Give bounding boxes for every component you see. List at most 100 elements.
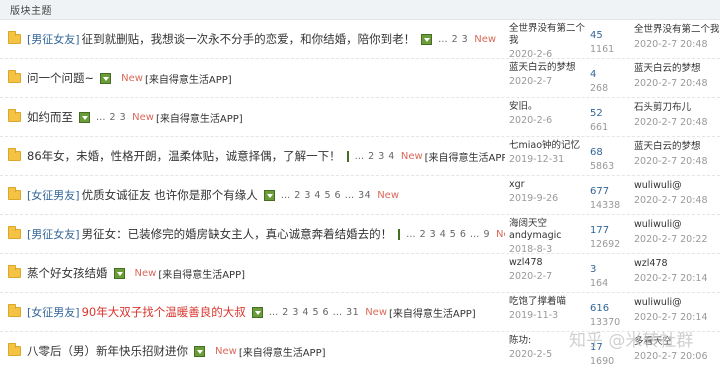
attachment-icon xyxy=(263,189,275,201)
page-links[interactable]: … 2 3 xyxy=(438,34,468,45)
topic-title-link[interactable]: 蒸个好女孩结婚 xyxy=(27,265,108,281)
author-cell: 海阔天空andymagic 2018-8-3 xyxy=(509,218,587,255)
topic-title-link[interactable]: 征到就删贴，我想谈一次永不分手的恋爱，和你结婚，陪你到老！ xyxy=(82,31,416,47)
last-poster-link[interactable]: 蓝天白云的梦想 xyxy=(634,63,720,75)
topic-title-link[interactable]: 如约而至 xyxy=(27,109,73,125)
last-poster-link[interactable]: 蓝天白云的梦想 xyxy=(634,141,720,153)
post-date: 2019-9-26 xyxy=(509,193,559,204)
table-row[interactable]: [男征女友] 男征女：已装修完的婚房缺女主人，真心诚意奔着结婚去的！ … 2 3 4… xyxy=(0,215,720,255)
count-cell: 45 1161 xyxy=(590,30,630,55)
app-source-tag: [来自得意生活APP] xyxy=(389,308,476,320)
view-count: 1161 xyxy=(590,44,615,55)
last-poster-link[interactable]: wuliwuli@ xyxy=(634,180,720,192)
count-cell: 177 12692 xyxy=(590,225,630,250)
page-links[interactable]: … 2 3 xyxy=(96,112,126,123)
author-link[interactable]: 吃饱了撑着喵 xyxy=(509,296,587,308)
last-poster-link[interactable]: 石头剪刀布儿 xyxy=(634,102,720,114)
table-row[interactable]: 问一个问题~ New [来自得意生活APP] 蓝天白云的梦想 2020-2-7 4 268 蓝… xyxy=(0,59,720,98)
new-badge: New xyxy=(377,189,400,201)
app-source-tag: [来自得意生活APP] xyxy=(158,269,246,281)
category-tag-link[interactable]: [女征男友] xyxy=(27,304,80,320)
folder-icon xyxy=(8,187,21,200)
new-badge: New xyxy=(496,228,505,240)
author-link[interactable]: 蓝天白云的梦想 xyxy=(509,62,587,74)
view-count: 12692 xyxy=(590,239,621,250)
topic-title-link[interactable]: 90年大双子找个温暖善良的大叔 xyxy=(82,304,246,320)
last-poster-link[interactable]: 全世界没有第二个我 xyxy=(634,24,720,36)
header-label: 版块主题 xyxy=(10,6,52,17)
category-tag-link[interactable]: [男征女友] xyxy=(27,31,80,47)
table-row[interactable]: 如约而至… 2 3 New [来自得意生活APP] 安旧。 2020-2-6 52 661 石… xyxy=(0,98,720,137)
author-link[interactable]: wzl478 xyxy=(509,257,587,269)
watermark: 知乎 @米转社群 xyxy=(569,331,694,351)
attachment-icon xyxy=(398,228,408,240)
reply-count[interactable]: 52 xyxy=(590,108,630,120)
last-post-date-link[interactable]: 2020-2-7 20:48 xyxy=(634,78,720,89)
reply-count[interactable]: 3 xyxy=(590,264,630,276)
author-link[interactable]: 全世界没有第二个我 xyxy=(509,23,587,47)
count-cell: 677 14338 xyxy=(590,186,630,211)
page-links[interactable]: … 2 3 4 xyxy=(355,151,395,162)
last-poster-link[interactable]: wzl478 xyxy=(634,258,720,270)
post-date: 2019-11-3 xyxy=(509,310,559,321)
author-cell: 吃饱了撑着喵 2019-11-3 xyxy=(509,296,587,321)
author-link[interactable]: 安旧。 xyxy=(509,101,587,113)
attachment-icon xyxy=(113,267,125,279)
page-links[interactable]: … 2 3 4 5 6 … 34 xyxy=(281,190,371,201)
reply-count[interactable]: 4 xyxy=(590,69,630,81)
topic-title-link[interactable]: 问一个问题~ xyxy=(27,70,94,86)
last-post-date-link[interactable]: 2020-2-7 20:48 xyxy=(634,117,720,128)
author-link[interactable]: xgr xyxy=(509,179,587,191)
author-cell: wzl478 2020-2-7 xyxy=(509,257,587,282)
reply-count[interactable]: 68 xyxy=(590,147,630,159)
author-cell: 全世界没有第二个我 2020-2-6 xyxy=(509,23,587,60)
table-row[interactable]: 蒸个好女孩结婚 New [来自得意生活APP] wzl478 2020-2-7 3 164 w… xyxy=(0,254,720,293)
reply-count[interactable]: 45 xyxy=(590,30,630,42)
page-links[interactable]: … 2 3 4 5 6 … 31 xyxy=(269,307,359,318)
title-cell: [女征男友] 优质女诚征友 也许你是那个有缘人 … 2 3 4 5 6 … 34 Ne… xyxy=(27,176,505,214)
attachment-icon xyxy=(194,345,205,357)
last-post-date-link[interactable]: 2020-2-7 20:14 xyxy=(634,312,720,323)
category-tag-link[interactable]: [男征女友] xyxy=(27,226,80,242)
last-poster-link[interactable]: wuliwuli@ xyxy=(634,219,720,231)
last-post-date-link[interactable]: 2020-2-7 20:06 xyxy=(634,351,720,362)
post-date: 2020-2-7 xyxy=(509,271,553,282)
table-row[interactable]: 86年女，未婚，性格开朗，温柔体贴，诚意择偶，了解一下！ … 2 3 4 New [来… xyxy=(0,137,720,176)
post-date: 2020-2-7 xyxy=(509,76,553,87)
last-post-cell: wuliwuli@ 2020-2-7 20:14 xyxy=(634,297,720,323)
last-post-date-link[interactable]: 2020-2-7 20:22 xyxy=(634,234,720,245)
last-post-date-link[interactable]: 2020-2-7 20:48 xyxy=(634,39,720,50)
category-tag-link[interactable]: [女征男友] xyxy=(27,187,80,203)
view-count: 164 xyxy=(590,278,609,289)
last-post-date-link[interactable]: 2020-2-7 20:14 xyxy=(634,273,720,284)
attachment-icon xyxy=(346,150,356,162)
table-row[interactable]: [女征男友] 优质女诚征友 也许你是那个有缘人 … 2 3 4 5 6 … 34 Ne… xyxy=(0,176,720,215)
topic-title-link[interactable]: 优质女诚征友 也许你是那个有缘人 xyxy=(82,187,258,203)
new-badge: New xyxy=(132,111,154,123)
reply-count[interactable]: 177 xyxy=(590,225,630,237)
table-row[interactable]: [男征女友] 征到就删贴，我想谈一次永不分手的恋爱，和你结婚，陪你到老！ … 2 3… xyxy=(0,20,720,60)
attachment-icon xyxy=(100,72,112,84)
topic-title-link[interactable]: 男征女：已装修完的婚房缺女主人，真心诚意奔着结婚去的！ xyxy=(82,226,393,242)
title-cell: [男征女友] 征到就删贴，我想谈一次永不分手的恋爱，和你结婚，陪你到老！ … 2 3… xyxy=(27,20,505,58)
topic-title-link[interactable]: 86年女，未婚，性格开朗，温柔体贴，诚意择偶，了解一下！ xyxy=(27,148,341,164)
page-links[interactable]: … 2 3 4 5 6 … 9 xyxy=(406,229,490,240)
post-date: 2020-2-6 xyxy=(509,115,553,126)
title-cell: 蒸个好女孩结婚 New [来自得意生活APP] xyxy=(27,254,505,292)
app-source-tag: [来自得意生活APP] xyxy=(238,347,326,359)
title-cell: 86年女，未婚，性格开朗，温柔体贴，诚意择偶，了解一下！ … 2 3 4 New [来… xyxy=(27,137,505,175)
last-post-date-link[interactable]: 2020-2-7 20:48 xyxy=(634,156,720,167)
reply-count[interactable]: 677 xyxy=(590,186,630,198)
title-cell: [男征女友] 男征女：已装修完的婚房缺女主人，真心诚意奔着结婚去的！ … 2 3 4… xyxy=(27,215,505,253)
title-cell: 问一个问题~ New [来自得意生活APP] xyxy=(27,59,505,97)
topic-title-link[interactable]: 八零后（男）新年快乐招财进你 xyxy=(27,343,188,359)
attachment-icon xyxy=(251,306,263,318)
reply-count[interactable]: 616 xyxy=(590,303,630,315)
author-link[interactable]: 七miao钟的记忆 xyxy=(509,140,587,152)
topic-list: [男征女友] 征到就删贴，我想谈一次永不分手的恋爱，和你结婚，陪你到老！… 2 3… xyxy=(0,20,720,371)
new-badge: New xyxy=(474,33,497,45)
last-post-date-link[interactable]: 2020-2-7 20:48 xyxy=(634,195,720,206)
view-count: 661 xyxy=(590,122,609,133)
author-link[interactable]: 海阔天空andymagic xyxy=(509,218,587,242)
last-poster-link[interactable]: wuliwuli@ xyxy=(634,297,720,309)
